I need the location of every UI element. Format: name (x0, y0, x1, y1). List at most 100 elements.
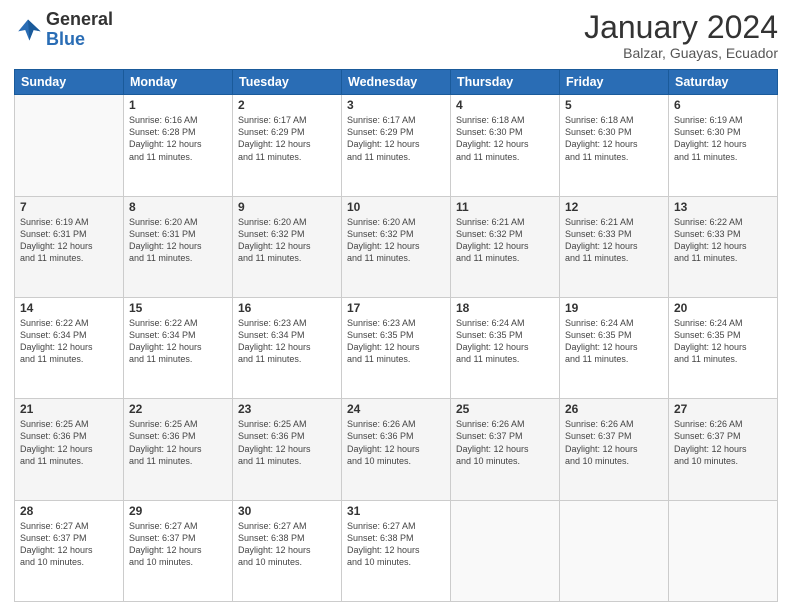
day-info: Sunrise: 6:21 AMSunset: 6:33 PMDaylight:… (565, 216, 663, 265)
day-info: Sunrise: 6:17 AMSunset: 6:29 PMDaylight:… (347, 114, 445, 163)
header-right: January 2024 Balzar, Guayas, Ecuador (584, 10, 778, 61)
day-info: Sunrise: 6:22 AMSunset: 6:34 PMDaylight:… (129, 317, 227, 366)
logo-bird-icon (14, 16, 42, 44)
day-info: Sunrise: 6:20 AMSunset: 6:31 PMDaylight:… (129, 216, 227, 265)
calendar-week-row: 7Sunrise: 6:19 AMSunset: 6:31 PMDaylight… (15, 196, 778, 297)
day-info: Sunrise: 6:26 AMSunset: 6:37 PMDaylight:… (565, 418, 663, 467)
weekday-header-row: SundayMondayTuesdayWednesdayThursdayFrid… (15, 70, 778, 95)
day-info: Sunrise: 6:25 AMSunset: 6:36 PMDaylight:… (238, 418, 336, 467)
calendar-cell: 17Sunrise: 6:23 AMSunset: 6:35 PMDayligh… (342, 297, 451, 398)
day-info: Sunrise: 6:27 AMSunset: 6:38 PMDaylight:… (238, 520, 336, 569)
calendar-cell: 20 Sunrise: 6:24 AMSunset: 6:35 PMDayligh… (669, 297, 778, 398)
calendar-cell: 27Sunrise: 6:26 AMSunset: 6:37 PMDayligh… (669, 399, 778, 500)
calendar-cell: 30 Sunrise: 6:27 AMSunset: 6:38 PMDayligh… (233, 500, 342, 601)
page: General Blue January 2024 Balzar, Guayas… (0, 0, 792, 612)
day-number: 12 (565, 200, 663, 214)
calendar-week-row: 28Sunrise: 6:27 AMSunset: 6:37 PMDayligh… (15, 500, 778, 601)
calendar-week-row: 21 Sunrise: 6:25 AMSunset: 6:36 PMDayligh… (15, 399, 778, 500)
logo-blue: Blue (46, 30, 113, 50)
day-info: Sunrise: 6:20 AMSunset: 6:32 PMDaylight:… (347, 216, 445, 265)
calendar-week-row: 1 Sunrise: 6:16 AMSunset: 6:28 PMDaylight… (15, 95, 778, 196)
day-number: 22 (129, 402, 227, 416)
calendar-cell: 4Sunrise: 6:18 AMSunset: 6:30 PMDaylight… (451, 95, 560, 196)
day-number: 1 (129, 98, 227, 112)
day-number: 10 (347, 200, 445, 214)
weekday-header-friday: Friday (560, 70, 669, 95)
calendar-cell: 25Sunrise: 6:26 AMSunset: 6:37 PMDayligh… (451, 399, 560, 500)
calendar-cell (669, 500, 778, 601)
day-info: Sunrise: 6:25 AMSunset: 6:36 PMDaylight:… (20, 418, 118, 467)
day-number: 3 (347, 98, 445, 112)
location: Balzar, Guayas, Ecuador (584, 45, 778, 61)
day-number: 15 (129, 301, 227, 315)
day-number: 26 (565, 402, 663, 416)
calendar-cell: 13Sunrise: 6:22 AMSunset: 6:33 PMDayligh… (669, 196, 778, 297)
month-title: January 2024 (584, 10, 778, 45)
day-info: Sunrise: 6:20 AMSunset: 6:32 PMDaylight:… (238, 216, 336, 265)
day-info: Sunrise: 6:26 AMSunset: 6:37 PMDaylight:… (456, 418, 554, 467)
calendar-cell: 16 Sunrise: 6:23 AMSunset: 6:34 PMDayligh… (233, 297, 342, 398)
day-number: 17 (347, 301, 445, 315)
weekday-header-tuesday: Tuesday (233, 70, 342, 95)
day-info: Sunrise: 6:27 AMSunset: 6:37 PMDaylight:… (129, 520, 227, 569)
calendar-cell: 29Sunrise: 6:27 AMSunset: 6:37 PMDayligh… (124, 500, 233, 601)
day-number: 23 (238, 402, 336, 416)
day-number: 8 (129, 200, 227, 214)
calendar-cell: 21 Sunrise: 6:25 AMSunset: 6:36 PMDayligh… (15, 399, 124, 500)
calendar-cell: 11Sunrise: 6:21 AMSunset: 6:32 PMDayligh… (451, 196, 560, 297)
day-info: Sunrise: 6:18 AMSunset: 6:30 PMDaylight:… (565, 114, 663, 163)
day-number: 24 (347, 402, 445, 416)
day-info: Sunrise: 6:24 AMSunset: 6:35 PMDaylight:… (674, 317, 772, 366)
header: General Blue January 2024 Balzar, Guayas… (14, 10, 778, 61)
day-number: 18 (456, 301, 554, 315)
calendar-cell: 2Sunrise: 6:17 AMSunset: 6:29 PMDaylight… (233, 95, 342, 196)
day-info: Sunrise: 6:17 AMSunset: 6:29 PMDaylight:… (238, 114, 336, 163)
calendar-cell: 10 Sunrise: 6:20 AMSunset: 6:32 PMDayligh… (342, 196, 451, 297)
calendar-cell: 9 Sunrise: 6:20 AMSunset: 6:32 PMDaylight… (233, 196, 342, 297)
logo: General Blue (14, 10, 113, 50)
day-info: Sunrise: 6:24 AMSunset: 6:35 PMDaylight:… (456, 317, 554, 366)
weekday-header-thursday: Thursday (451, 70, 560, 95)
day-number: 20 (674, 301, 772, 315)
day-info: Sunrise: 6:19 AMSunset: 6:30 PMDaylight:… (674, 114, 772, 163)
day-number: 31 (347, 504, 445, 518)
weekday-header-monday: Monday (124, 70, 233, 95)
day-info: Sunrise: 6:24 AMSunset: 6:35 PMDaylight:… (565, 317, 663, 366)
day-number: 21 (20, 402, 118, 416)
day-info: Sunrise: 6:26 AMSunset: 6:36 PMDaylight:… (347, 418, 445, 467)
day-number: 6 (674, 98, 772, 112)
day-number: 30 (238, 504, 336, 518)
calendar-cell (451, 500, 560, 601)
day-info: Sunrise: 6:27 AMSunset: 6:38 PMDaylight:… (347, 520, 445, 569)
calendar-cell: 28Sunrise: 6:27 AMSunset: 6:37 PMDayligh… (15, 500, 124, 601)
calendar-cell: 3 Sunrise: 6:17 AMSunset: 6:29 PMDaylight… (342, 95, 451, 196)
day-number: 11 (456, 200, 554, 214)
day-number: 27 (674, 402, 772, 416)
calendar-cell: 18 Sunrise: 6:24 AMSunset: 6:35 PMDayligh… (451, 297, 560, 398)
calendar-cell: 24 Sunrise: 6:26 AMSunset: 6:36 PMDayligh… (342, 399, 451, 500)
weekday-header-saturday: Saturday (669, 70, 778, 95)
calendar-cell (15, 95, 124, 196)
calendar-cell: 15 Sunrise: 6:22 AMSunset: 6:34 PMDayligh… (124, 297, 233, 398)
calendar-table: SundayMondayTuesdayWednesdayThursdayFrid… (14, 69, 778, 602)
day-info: Sunrise: 6:22 AMSunset: 6:33 PMDaylight:… (674, 216, 772, 265)
day-info: Sunrise: 6:23 AMSunset: 6:34 PMDaylight:… (238, 317, 336, 366)
day-number: 5 (565, 98, 663, 112)
logo-text: General Blue (46, 10, 113, 50)
day-info: Sunrise: 6:25 AMSunset: 6:36 PMDaylight:… (129, 418, 227, 467)
calendar-cell: 19Sunrise: 6:24 AMSunset: 6:35 PMDayligh… (560, 297, 669, 398)
calendar-cell: 12 Sunrise: 6:21 AMSunset: 6:33 PMDayligh… (560, 196, 669, 297)
day-number: 4 (456, 98, 554, 112)
calendar-cell: 7Sunrise: 6:19 AMSunset: 6:31 PMDaylight… (15, 196, 124, 297)
calendar-cell: 22 Sunrise: 6:25 AMSunset: 6:36 PMDayligh… (124, 399, 233, 500)
weekday-header-sunday: Sunday (15, 70, 124, 95)
day-info: Sunrise: 6:22 AMSunset: 6:34 PMDaylight:… (20, 317, 118, 366)
logo-general: General (46, 10, 113, 30)
calendar-cell: 23 Sunrise: 6:25 AMSunset: 6:36 PMDayligh… (233, 399, 342, 500)
calendar-cell: 26 Sunrise: 6:26 AMSunset: 6:37 PMDayligh… (560, 399, 669, 500)
calendar-cell: 6 Sunrise: 6:19 AMSunset: 6:30 PMDaylight… (669, 95, 778, 196)
day-number: 16 (238, 301, 336, 315)
day-info: Sunrise: 6:16 AMSunset: 6:28 PMDaylight:… (129, 114, 227, 163)
calendar-cell: 5 Sunrise: 6:18 AMSunset: 6:30 PMDaylight… (560, 95, 669, 196)
day-number: 9 (238, 200, 336, 214)
